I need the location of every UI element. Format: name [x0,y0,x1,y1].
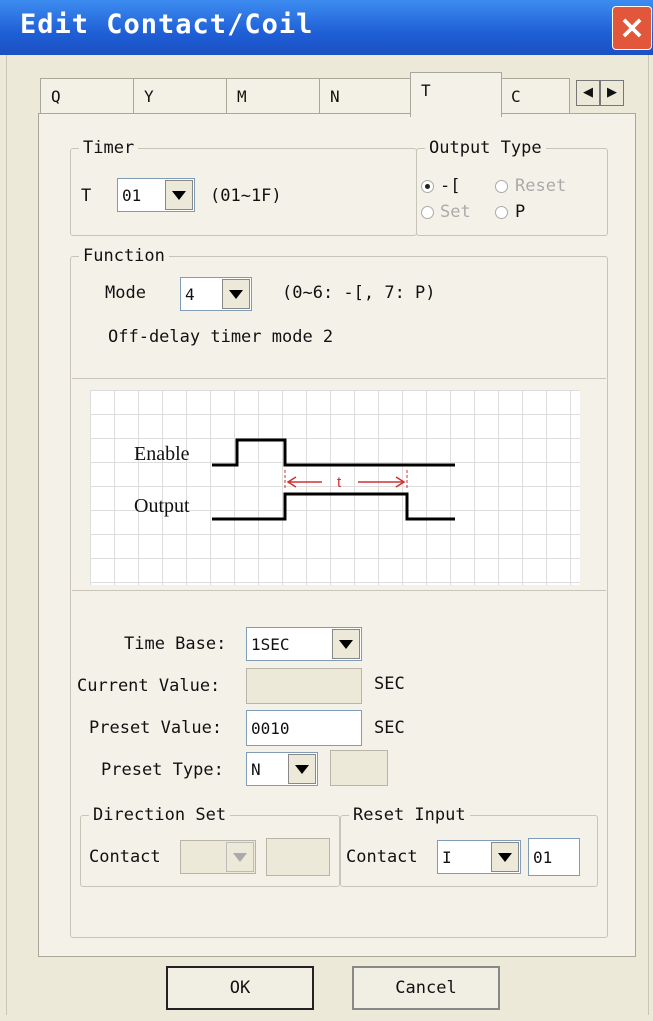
output-type-radio-set[interactable] [421,206,434,219]
preset-value-input[interactable]: 0010 [246,710,362,746]
preset-type-value: N [251,759,261,779]
divider [72,378,606,379]
chevron-down-icon [226,842,254,872]
reset-contact-select[interactable]: I [437,840,521,874]
enable-label: Enable [134,443,190,465]
window-title: Edit Contact/Coil [20,9,314,40]
mode-label: Mode [105,283,146,303]
close-icon[interactable]: × [612,6,652,50]
direction-contact-number-field [266,838,330,876]
reset-input-legend: Reset Input [353,805,466,825]
output-label: Output [134,495,190,517]
timing-diagram-svg: Enable Output t [134,438,455,521]
tab-c[interactable]: C [500,78,570,114]
preset-value-label: Preset Value: [89,718,223,738]
preset-type-select[interactable]: N [246,752,318,786]
divider [72,590,606,591]
preset-value-unit: SEC [374,718,405,738]
chevron-down-icon[interactable] [222,279,250,309]
chevron-down-icon[interactable] [491,842,519,872]
tab-m[interactable]: M [226,78,320,114]
mode-value: 4 [185,284,195,304]
time-base-select[interactable]: 1SEC [246,627,362,661]
direction-contact-label: Contact [89,847,161,867]
mode-description: Off-delay timer mode 2 [108,327,334,347]
timing-diagram: Enable Output t [90,390,580,585]
tab-n[interactable]: N [319,78,413,114]
timer-legend: Timer [83,138,135,158]
reset-contact-number-text: 01 [533,848,553,867]
tab-scroll-right-icon[interactable]: ▶ [600,80,624,106]
output-type-radio-reset[interactable] [495,180,508,193]
chevron-down-icon[interactable] [332,629,360,659]
ok-button[interactable]: OK [166,966,314,1010]
tab-scroll-left-icon[interactable]: ◀ [576,80,600,106]
timer-prefix: T [81,186,92,206]
output-type-radio-bracket[interactable] [421,180,434,193]
function-legend: Function [83,246,165,266]
output-signal [212,492,455,521]
timer-number-value: 01 [122,185,142,205]
direction-contact-select [180,840,256,874]
enable-signal [212,438,455,467]
direction-set-legend: Direction Set [93,805,227,825]
time-base-label: Time Base: [124,634,227,654]
mode-select[interactable]: 4 [180,277,252,311]
timer-number-select[interactable]: 01 [117,178,195,212]
time-base-value: 1SEC [251,634,290,654]
reset-contact-number-input[interactable]: 01 [528,838,580,876]
current-value-label: Current Value: [77,676,221,696]
chevron-down-icon[interactable] [165,180,193,210]
preset-type-label: Preset Type: [101,760,224,780]
output-type-radio-p[interactable] [495,206,508,219]
timer-range: (01~1F) [210,186,282,206]
cancel-button[interactable]: Cancel [352,966,500,1010]
reset-contact-label: Contact [346,847,418,867]
tab-y[interactable]: Y [133,78,227,114]
output-type-p-label: P [515,202,526,222]
t-label: t [337,474,342,491]
output-type-set-label: Set [440,202,471,222]
output-type-bracket-label: -[ [440,176,461,196]
tab-q[interactable]: Q [40,78,134,114]
mode-range: (0~6: -[, 7: P) [282,283,436,303]
tab-t[interactable]: T [410,72,502,117]
preset-type-extra-field [330,750,388,786]
output-type-reset-label: Reset [515,176,567,196]
chevron-down-icon[interactable] [288,754,316,784]
output-type-legend: Output Type [429,138,542,158]
reset-contact-value: I [442,847,452,867]
current-value-field [246,668,362,704]
current-value-unit: SEC [374,674,405,694]
preset-value-text: 0010 [251,719,290,738]
